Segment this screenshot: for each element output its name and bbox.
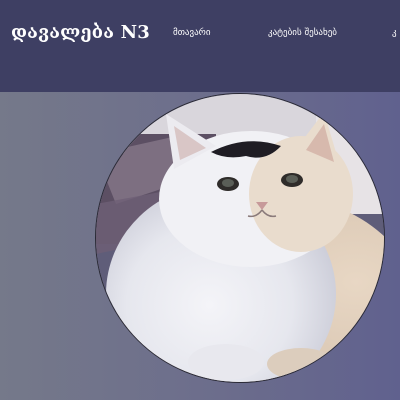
nav-link-home[interactable]: მთავარი (173, 28, 211, 38)
site-header: დავალება N3 მთავარი კატების შესახებ კ (0, 0, 400, 92)
cat-photo-image (96, 94, 384, 382)
site-title: დავალება N3 (11, 22, 150, 43)
cat-photo (95, 93, 385, 383)
nav-link-cut-off[interactable]: კ (392, 28, 397, 38)
nav-link-about-cats[interactable]: კატების შესახებ (268, 28, 337, 38)
